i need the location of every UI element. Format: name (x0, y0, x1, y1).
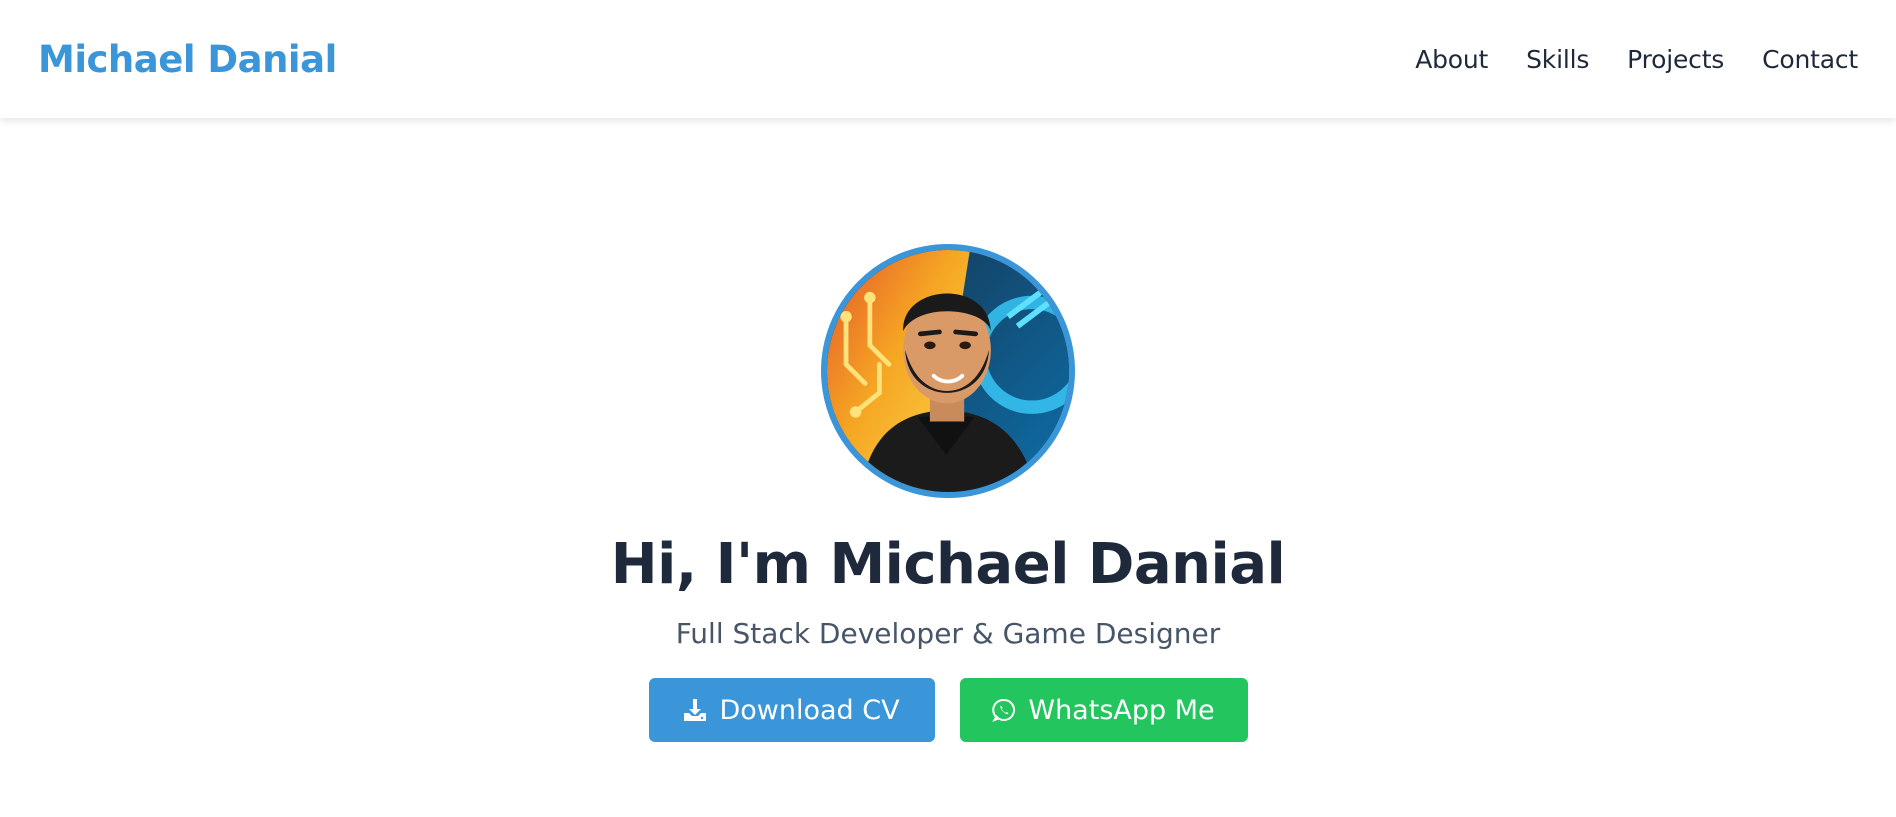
hero-buttons: Download CV WhatsApp Me (648, 678, 1248, 742)
nav-link-projects[interactable]: Projects (1627, 45, 1724, 74)
download-cv-label: Download CV (719, 694, 900, 726)
hero-subtitle: Full Stack Developer & Game Designer (675, 617, 1221, 650)
hero-section: Hi, I'm Michael Danial Full Stack Develo… (0, 118, 1896, 817)
nav-link-contact[interactable]: Contact (1762, 45, 1858, 74)
avatar-illustration (827, 250, 1069, 492)
nav-links: About Skills Projects Contact (1377, 45, 1858, 74)
hero-title: Hi, I'm Michael Danial (610, 532, 1286, 597)
download-icon (683, 698, 707, 722)
download-cv-button[interactable]: Download CV (648, 678, 935, 742)
whatsapp-label: WhatsApp Me (1028, 694, 1215, 726)
site-brand[interactable]: Michael Danial (38, 38, 337, 81)
nav-link-about[interactable]: About (1415, 45, 1488, 74)
nav-link-skills[interactable]: Skills (1526, 45, 1589, 74)
profile-avatar (821, 244, 1075, 498)
whatsapp-icon (992, 698, 1016, 722)
whatsapp-button[interactable]: WhatsApp Me (959, 678, 1248, 742)
top-navbar: Michael Danial About Skills Projects Con… (0, 0, 1896, 118)
